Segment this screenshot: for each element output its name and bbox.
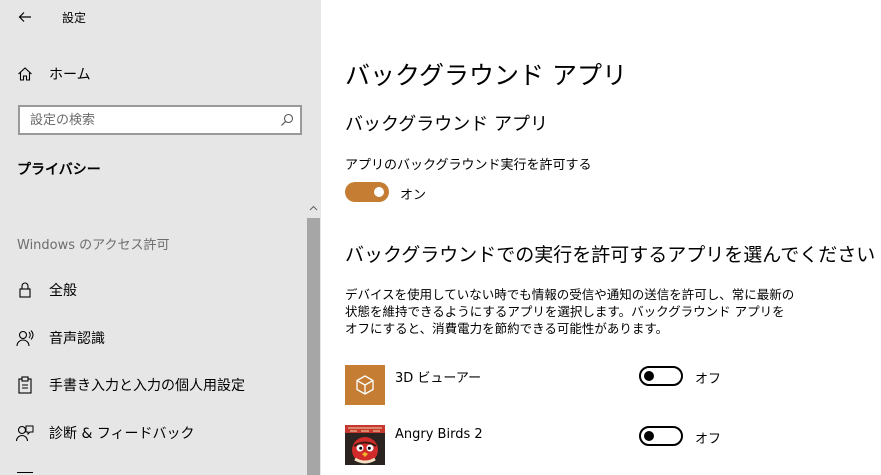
chevron-up-icon bbox=[309, 205, 317, 211]
sidebar-item-home[interactable]: ホーム bbox=[0, 54, 305, 94]
sidebar-item-label: 音声認識 bbox=[49, 331, 105, 347]
home-icon bbox=[16, 65, 34, 83]
scroll-thumb[interactable] bbox=[307, 218, 320, 475]
sidebar-item-label: 全般 bbox=[49, 283, 77, 299]
title-bar: 設定 bbox=[0, 0, 321, 36]
partial-icon bbox=[17, 472, 33, 473]
sidebar-item-speech[interactable]: 音声認識 bbox=[0, 318, 305, 358]
app-name: Angry Birds 2 bbox=[395, 427, 483, 442]
sidebar: 設定 ホーム プライバシー Windows のアクセス許可 全般 bbox=[0, 0, 321, 475]
page-title: バックグラウンド アプリ bbox=[345, 61, 627, 90]
app-tile-angry-birds bbox=[345, 425, 385, 465]
search-box bbox=[18, 105, 302, 135]
feedback-icon bbox=[16, 424, 34, 442]
toggle-knob bbox=[374, 187, 384, 197]
sidebar-item-label: 手書き入力と入力の個人用設定 bbox=[49, 378, 245, 394]
cube-icon bbox=[356, 375, 374, 395]
toggle-knob bbox=[644, 431, 654, 441]
scroll-up-button[interactable] bbox=[305, 200, 321, 216]
lock-icon bbox=[16, 281, 34, 299]
main-content: バックグラウンド アプリ バックグラウンド アプリ アプリのバックグラウンド実行… bbox=[321, 0, 881, 475]
toggle-state-text: オフ bbox=[695, 432, 722, 447]
description-text: デバイスを使用していない時でも情報の受信や通知の送信を許可し、常に最新の状態を維… bbox=[345, 287, 795, 336]
section-title: プライバシー bbox=[17, 162, 101, 178]
section-title: バックグラウンド アプリ bbox=[345, 114, 549, 135]
back-arrow-icon bbox=[18, 12, 31, 22]
sidebar-item-general[interactable]: 全般 bbox=[0, 270, 305, 310]
toggle-state-text: オン bbox=[400, 188, 427, 203]
sidebar-item-partial[interactable] bbox=[0, 466, 305, 475]
search-icon[interactable] bbox=[280, 113, 294, 127]
app-tile-3d-viewer bbox=[345, 365, 385, 405]
app-title: 設定 bbox=[62, 11, 87, 25]
back-button[interactable] bbox=[10, 4, 40, 30]
angry-birds-icon bbox=[345, 425, 385, 465]
app-toggle-angry-birds[interactable] bbox=[639, 426, 683, 446]
search-input[interactable] bbox=[20, 107, 280, 133]
toggle-knob bbox=[644, 371, 654, 381]
sidebar-scrollbar[interactable] bbox=[305, 200, 321, 475]
app-toggle-3d-viewer[interactable] bbox=[639, 366, 683, 386]
sidebar-item-diagnostics[interactable]: 診断 & フィードバック bbox=[0, 413, 305, 453]
speech-icon bbox=[16, 329, 34, 347]
sidebar-item-inking[interactable]: 手書き入力と入力の個人用設定 bbox=[0, 365, 305, 405]
clipboard-icon bbox=[16, 376, 34, 394]
app-name: 3D ビューアー bbox=[395, 371, 482, 386]
allow-background-toggle[interactable] bbox=[345, 182, 389, 202]
toggle-state-text: オフ bbox=[695, 372, 722, 387]
group-label: Windows のアクセス許可 bbox=[17, 238, 170, 253]
sidebar-item-home-label: ホーム bbox=[49, 67, 91, 83]
sidebar-item-label: 診断 & フィードバック bbox=[49, 426, 195, 442]
apps-section-title: バックグラウンドでの実行を許可するアプリを選んでください bbox=[345, 244, 876, 266]
allow-background-label: アプリのバックグラウンド実行を許可する bbox=[345, 158, 592, 173]
